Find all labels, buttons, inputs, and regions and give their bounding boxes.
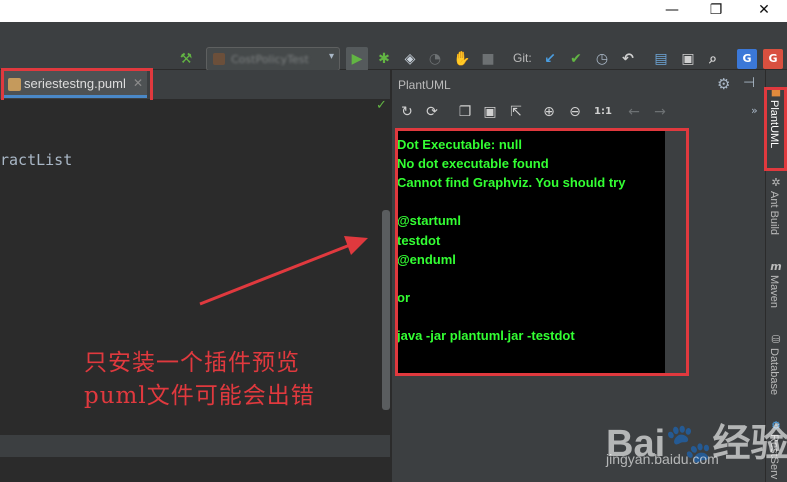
- screenshot-root: — ❐ ✕ ⚒ CostPolicyTest ▾ ▶ ✱ ◈ ◔ ✋ ■ Git…: [0, 0, 787, 482]
- annotation-line-2: puml文件可能会出错: [84, 383, 315, 409]
- watermark-url: jingyan.baidu.com: [606, 451, 719, 467]
- annotation-line-1: 只安装一个插件预览: [84, 350, 300, 376]
